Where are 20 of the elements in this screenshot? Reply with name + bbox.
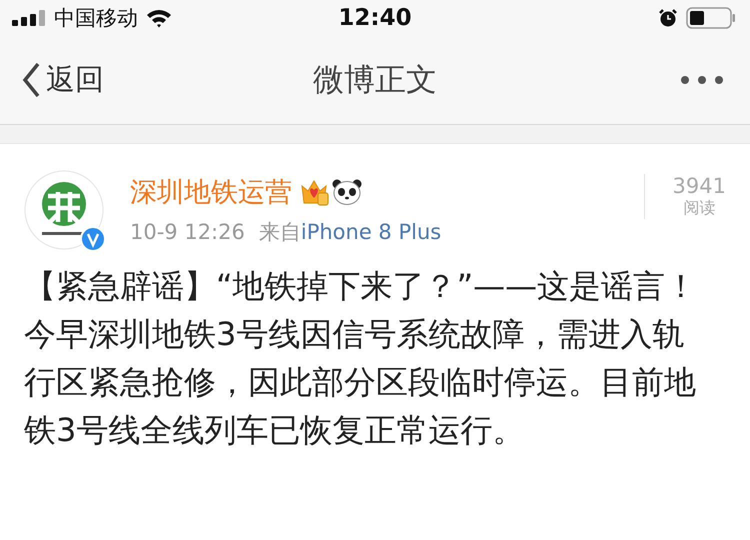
source-label: 来自 [258, 219, 301, 246]
more-icon[interactable] [680, 75, 724, 85]
battery-icon [686, 7, 736, 29]
back-button[interactable]: 返回 [22, 60, 104, 100]
avatar[interactable] [24, 170, 104, 250]
page-title: 微博正文 [313, 61, 437, 100]
source-link[interactable]: iPhone 8 Plus [300, 220, 442, 244]
panda-icon [332, 178, 362, 206]
read-count: 3941 [672, 174, 726, 198]
clock-time: 12:40 [338, 5, 412, 31]
wifi-icon [146, 8, 172, 28]
read-label: 阅读 [683, 198, 716, 219]
alarm-icon [658, 8, 678, 28]
post-text: 【紧急辟谣】“地铁掉下来了？”——这是谣言！今早深圳地铁3号线因信号系统故障，需进入轨行区紧急抢修，因此部分区段临时停运。目前地铁3号线全线列车已恢复正常运行。 [24, 266, 698, 451]
signal-icon [12, 10, 46, 26]
post-time: 10-9 12:26 [130, 220, 245, 244]
author-name[interactable]: 深圳地铁运营 [130, 174, 292, 210]
carrier-name: 中国移动 [54, 5, 138, 32]
chevron-left-icon [22, 62, 40, 98]
crown-icon [299, 178, 329, 206]
